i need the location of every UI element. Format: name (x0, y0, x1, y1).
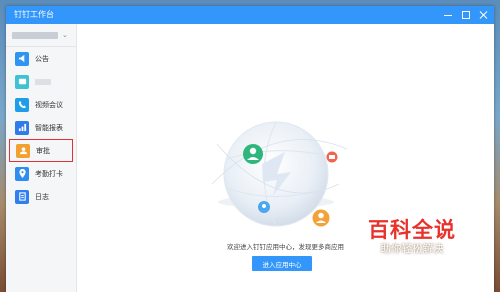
watermark-subtitle: 助你轻松解决 (380, 243, 444, 255)
sidebar: ⌄ 公告 视频会议 智能报表 审批 考勤打卡 日志 (6, 24, 77, 292)
watermark-title: 百科全说 (368, 218, 456, 242)
sidebar-item-label: 日志 (35, 192, 49, 201)
minimize-icon[interactable] (444, 11, 452, 19)
sidebar-item-approval[interactable]: 审批 (9, 139, 73, 162)
window-controls (444, 6, 488, 24)
sidebar-item-label: 视频会议 (35, 100, 63, 109)
sidebar-item-log[interactable]: 日志 (9, 185, 73, 208)
sidebar-item-label: 智能报表 (35, 123, 63, 132)
chevron-down-icon[interactable]: ⌄ (62, 31, 68, 39)
org-switcher[interactable]: ⌄ (6, 24, 76, 47)
sidebar-item-announcement[interactable]: 公告 (9, 47, 73, 70)
person-avatar-orange-icon (312, 209, 330, 227)
sidebar-item-attendance[interactable]: 考勤打卡 (9, 162, 73, 185)
maximize-icon[interactable] (462, 11, 470, 19)
sidebar-item-label: 审批 (36, 146, 50, 155)
sidebar-item-label-redacted (35, 78, 51, 85)
sidebar-item-video[interactable]: 视频会议 (9, 93, 73, 116)
title-bar[interactable]: 钉钉工作台 (6, 6, 494, 24)
video-call-icon (15, 97, 29, 112)
close-icon[interactable] (480, 11, 488, 19)
sidebar-item-report[interactable]: 智能报表 (9, 116, 73, 139)
log-icon (15, 189, 29, 204)
message-icon (326, 151, 338, 163)
window-title: 钉钉工作台 (14, 10, 54, 19)
person-avatar-green-icon (243, 144, 263, 164)
approval-icon (16, 143, 30, 158)
sidebar-item-app[interactable] (9, 70, 73, 93)
enter-app-center-button[interactable]: 进入应用中心 (252, 256, 312, 271)
location-pin-icon (258, 201, 270, 213)
sidebar-item-label: 公告 (35, 54, 49, 63)
app-icon (15, 74, 29, 89)
app-center-illustration (211, 121, 348, 227)
org-name-redacted (12, 31, 58, 39)
watermark: 百科全说 助你轻松解决 (362, 218, 462, 256)
announcement-icon (15, 51, 29, 66)
sidebar-item-label: 考勤打卡 (35, 169, 63, 178)
chart-icon (15, 120, 29, 135)
location-icon (15, 166, 29, 181)
